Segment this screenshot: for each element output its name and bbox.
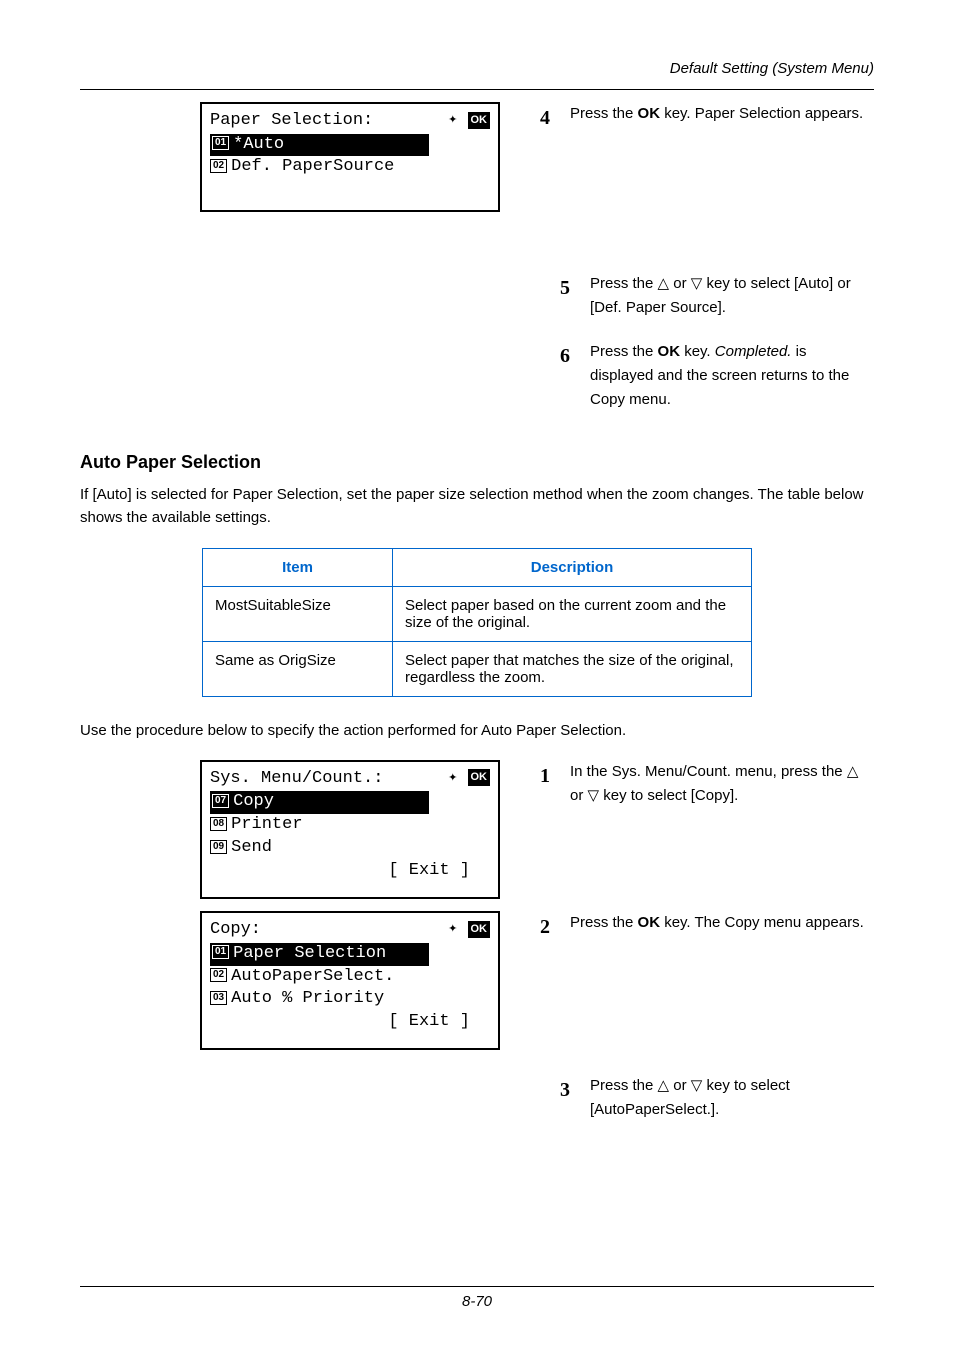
lcd3-row2-num: 02 [210,968,227,982]
lcd3-row3-num: 03 [210,991,227,1005]
auto-paper-selection-intro: If [Auto] is selected for Paper Selectio… [80,483,874,530]
s2-pre: Press the [570,914,638,931]
step4-pre: Press the [570,105,638,122]
lcd2-row3-num: 09 [210,840,227,854]
triangle-down-icon: ▽ [588,787,600,804]
r1c2: Select paper based on the current zoom a… [393,586,752,641]
th-description: Description [393,548,752,586]
step-5-num: 5 [560,272,590,320]
paper-selection-table: Item Description MostSuitableSize Select… [202,548,752,697]
step-3-body: Press the △ or ▽ key to select [AutoPape… [590,1074,874,1122]
triangle-up-icon: △ [658,275,670,292]
step-6-num: 6 [560,340,590,412]
step-3-num: 3 [560,1074,590,1122]
lcd1-title: Paper Selection: [210,110,373,133]
ok-icon: OK [468,112,491,129]
triangle-up-icon: △ [658,1077,670,1094]
step-2-body: Press the OK key. The Copy menu appears. [570,911,874,943]
page-runhead: Default Setting (System Menu) [80,60,874,77]
step-4-body: Press the OK key. Paper Selection appear… [570,102,874,134]
s6-key: OK [658,343,681,360]
lcd-sys-menu: Sys. Menu/Count.: ✦ OK 07Copy 08Printer … [200,760,500,899]
s1-pre: In the Sys. Menu/Count. menu, press the [570,763,847,780]
lcd1-row1-text: *Auto [233,135,284,154]
page-number: 8-70 [462,1293,492,1310]
step4-key: OK [638,105,661,122]
lcd2-row2-text: Printer [231,815,302,834]
r2c2: Select paper that matches the size of th… [393,641,752,696]
s6-pre: Press the [590,343,658,360]
s3-pre: Press the [590,1077,658,1094]
lcd-paper-selection: Paper Selection: ✦ OK 01 *Auto 02 Def. Pap… [200,102,500,212]
triangle-down-icon: ▽ [691,1077,703,1094]
lcd3-row1-text: Paper Selection [233,944,386,963]
procedure-intro: Use the procedure below to specify the a… [80,719,874,742]
step-6-body: Press the OK key. Completed. is displaye… [590,340,874,412]
nav-diamond-icon: ✦ [448,920,457,937]
lcd2-exit: [ Exit ] [210,860,490,883]
lcd1-row2-num: 02 [210,159,227,173]
r2c1: Same as OrigSize [203,641,393,696]
lcd2-title: Sys. Menu/Count.: [210,768,383,791]
r1c1: MostSuitableSize [203,586,393,641]
lcd-copy-menu: Copy: ✦ OK 01 Paper Selection 02 AutoPaper… [200,911,500,1050]
lcd3-row3-text: Auto % Priority [231,989,384,1008]
triangle-down-icon: ▽ [691,275,703,292]
step4-post: key. Paper Selection appears. [660,105,863,122]
s3-or: or [669,1077,691,1094]
header-rule [80,89,874,90]
lcd3-exit: [ Exit ] [210,1011,490,1034]
lcd3-row2-text: AutoPaperSelect. [231,967,394,986]
s1-or: or [570,787,588,804]
lcd2-row1-text: Copy [233,792,274,811]
lcd3-title: Copy: [210,919,261,942]
step-4-num: 4 [540,102,570,134]
auto-paper-selection-heading: Auto Paper Selection [80,452,874,473]
table-row: Same as OrigSize Select paper that match… [203,641,752,696]
lcd1-row1-num: 01 [212,136,229,150]
triangle-up-icon: △ [847,763,859,780]
lcd2-row3-text: Send [231,838,272,857]
ok-icon: OK [468,921,491,938]
s6-ital: Completed. [715,343,792,360]
th-item: Item [203,548,393,586]
nav-diamond-icon: ✦ [448,769,457,786]
s2-key: OK [638,914,661,931]
ok-icon: OK [468,769,491,786]
nav-diamond-icon: ✦ [448,111,457,128]
lcd2-row2-num: 08 [210,817,227,831]
step-5-body: Press the △ or ▽ key to select [Auto] or… [590,272,874,320]
s1-post: key to select [Copy]. [599,787,738,804]
page-footer: 8-70 [80,1286,874,1310]
s5-or: or [669,275,691,292]
step-1-body: In the Sys. Menu/Count. menu, press the … [570,760,874,808]
lcd2-row1-num: 07 [212,794,229,808]
lcd1-row2-text: Def. PaperSource [231,157,394,176]
step-2-num: 2 [540,911,570,943]
s5-pre: Press the [590,275,658,292]
s2-post: key. The Copy menu appears. [660,914,864,931]
lcd3-row1-num: 01 [212,945,229,959]
step-1-num: 1 [540,760,570,808]
s6-mid: key. [680,343,715,360]
table-row: MostSuitableSize Select paper based on t… [203,586,752,641]
